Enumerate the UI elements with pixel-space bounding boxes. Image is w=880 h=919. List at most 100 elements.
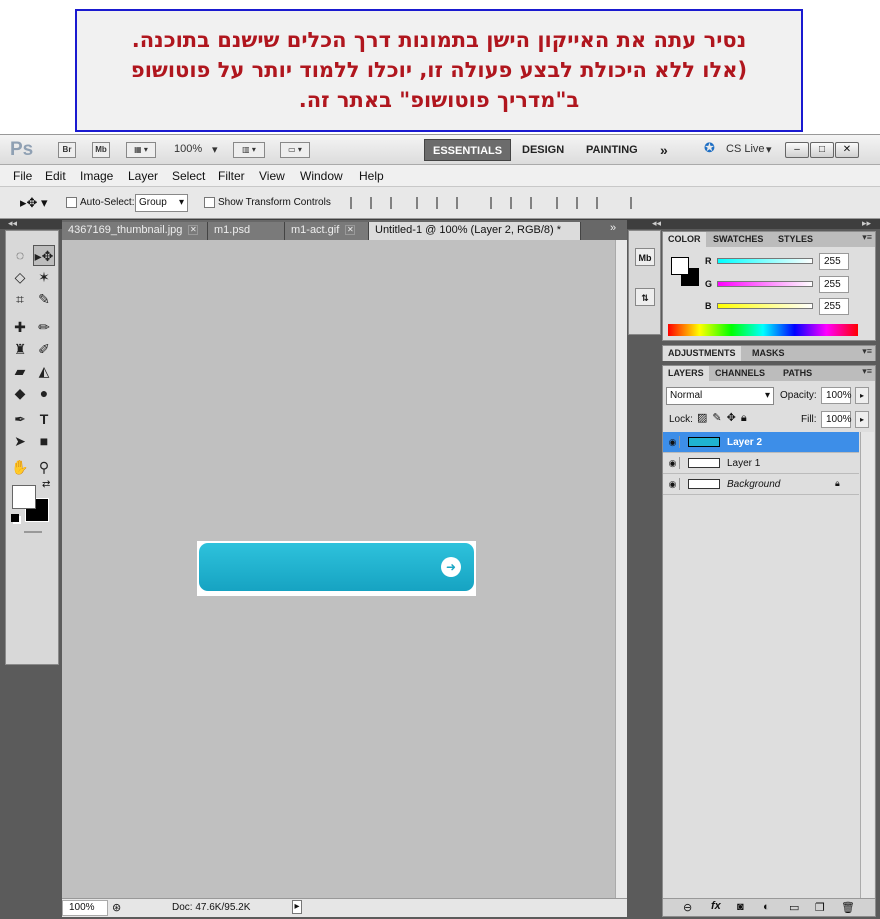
collapse-tools-icon[interactable]: ◂◂ [8, 218, 17, 229]
menu-layer[interactable]: Layer [128, 169, 158, 183]
bridge-button[interactable]: Br [58, 142, 76, 158]
magic-wand-tool-icon[interactable]: ✶ [33, 267, 55, 288]
swap-colors-icon[interactable]: ⇄ [42, 479, 50, 490]
menu-image[interactable]: Image [80, 169, 113, 183]
healing-brush-tool-icon[interactable]: ✚ [9, 317, 31, 338]
menu-file[interactable]: File [13, 169, 32, 183]
eyedropper-tool-icon[interactable]: ✎ [33, 289, 55, 310]
layer-style-icon[interactable]: fx [711, 900, 721, 912]
minimize-button[interactable]: – [785, 142, 809, 158]
panel-menu-icon[interactable]: ▾≡ [862, 232, 872, 243]
tab-channels[interactable]: CHANNELS [710, 366, 770, 381]
g-slider[interactable] [717, 281, 813, 287]
tab-m1-act[interactable]: m1-act.gif ✕ [285, 222, 369, 240]
cs-live-dropdown-icon[interactable]: ▾ [766, 143, 772, 156]
cs-live-button[interactable]: CS Live [726, 143, 765, 155]
close-icon[interactable]: ✕ [345, 225, 356, 236]
history-brush-tool-icon[interactable]: ✐ [33, 339, 55, 360]
delete-layer-icon[interactable]: 🗑︎ [841, 901, 855, 914]
zoom-level[interactable]: 100% [174, 143, 202, 155]
link-layers-icon[interactable]: ⊖ [683, 901, 692, 914]
dodge-tool-icon[interactable]: ● [33, 383, 55, 404]
status-menu-arrow-icon[interactable]: ▸ [292, 900, 302, 914]
layer-mask-icon[interactable]: ◙ [737, 901, 744, 913]
tab-swatches[interactable]: SWATCHES [708, 232, 768, 247]
blur-tool-icon[interactable]: ◆ [9, 383, 31, 404]
lock-icons[interactable]: ▨✎✥🔒︎ [697, 411, 752, 425]
menu-edit[interactable]: Edit [45, 169, 66, 183]
align-hcenter-icon[interactable] [436, 197, 450, 209]
distribute-hcenter-icon[interactable] [576, 197, 590, 209]
workspace-painting[interactable]: PAINTING [578, 139, 646, 161]
move-tool-preset-icon[interactable]: ▸✥ ▾ [20, 195, 48, 211]
distribute-left-icon[interactable] [556, 197, 570, 209]
b-value[interactable]: 255 [819, 298, 849, 315]
blend-mode-select[interactable]: Normal ▾ [666, 387, 774, 405]
history-panel-icon[interactable]: ⇅ [635, 288, 655, 306]
crop-tool-icon[interactable]: ⌗ [9, 289, 31, 310]
rectangle-tool-icon[interactable]: ■ [33, 431, 55, 452]
auto-select-mode-select[interactable]: Group ▾ [135, 194, 188, 212]
pen-tool-icon[interactable]: ✒ [9, 409, 31, 430]
brush-tool-icon[interactable]: ✏ [33, 317, 55, 338]
auto-select-checkbox[interactable] [66, 197, 77, 208]
more-workspaces[interactable]: » [652, 139, 676, 161]
opacity-arrow-icon[interactable]: ▸ [855, 387, 869, 404]
eraser-tool-icon[interactable]: ▰ [9, 361, 31, 382]
show-transform-checkbox[interactable] [204, 197, 215, 208]
marquee-tool-icon[interactable]: ◌ [9, 245, 31, 266]
eye-icon[interactable]: ◉ [666, 457, 680, 469]
color-spectrum-bar[interactable] [668, 324, 858, 336]
distribute-top-icon[interactable] [490, 197, 504, 209]
layer-row-layer-2[interactable]: ◉ Layer 2 [663, 432, 859, 453]
foreground-color-swatch[interactable] [12, 485, 36, 509]
tab-color[interactable]: COLOR [663, 232, 706, 247]
eye-icon[interactable]: ◉ [666, 478, 680, 490]
b-slider[interactable] [717, 303, 813, 309]
align-vcenter-icon[interactable] [370, 197, 384, 209]
lasso-tool-icon[interactable]: ◇ [9, 267, 31, 288]
eye-icon[interactable]: ◉ [666, 436, 680, 448]
r-value[interactable]: 255 [819, 253, 849, 270]
fill-value[interactable]: 100% [821, 411, 852, 428]
fill-arrow-icon[interactable]: ▸ [855, 411, 869, 428]
screen-mode-button[interactable]: ▭ ▾ [280, 142, 310, 158]
new-group-icon[interactable]: ▭ [789, 901, 799, 914]
align-left-icon[interactable] [416, 197, 430, 209]
tab-layers[interactable]: LAYERS [663, 366, 709, 381]
distribute-vcenter-icon[interactable] [510, 197, 524, 209]
align-right-icon[interactable] [456, 197, 470, 209]
tab-masks[interactable]: MASKS [747, 346, 790, 361]
new-layer-icon[interactable]: ❐ [815, 901, 825, 914]
more-tabs-icon[interactable]: » [610, 222, 616, 234]
r-slider[interactable] [717, 258, 813, 264]
tab-untitled-1[interactable]: Untitled-1 @ 100% (Layer 2, RGB/8) *✕ [369, 222, 581, 253]
menu-select[interactable]: Select [172, 169, 205, 183]
menu-window[interactable]: Window [300, 169, 343, 183]
maximize-button[interactable]: □ [810, 142, 834, 158]
menu-help[interactable]: Help [359, 169, 384, 183]
collapse-dock-icon[interactable]: ◂◂ [652, 218, 661, 229]
opacity-value[interactable]: 100% [821, 387, 852, 404]
arrange-documents-button[interactable]: ▥ ▾ [233, 142, 265, 158]
quick-mask-icon[interactable] [24, 531, 42, 533]
tab-adjustments[interactable]: ADJUSTMENTS [663, 346, 741, 361]
zoom-dropdown-icon[interactable]: ▾ [212, 143, 218, 156]
move-tool-icon[interactable]: ▸✥ [33, 245, 55, 266]
tab-paths[interactable]: PATHS [778, 366, 817, 381]
view-extras-button[interactable]: ▦ ▾ [126, 142, 156, 158]
tab-styles[interactable]: STYLES [773, 232, 818, 247]
hand-tool-icon[interactable]: ✋ [9, 457, 31, 478]
workspace-design[interactable]: DESIGN [514, 139, 572, 161]
mini-bridge-panel-icon[interactable]: Mb [635, 248, 655, 266]
layer-row-layer-1[interactable]: ◉ Layer 1 [663, 453, 859, 474]
g-value[interactable]: 255 [819, 276, 849, 293]
workspace-essentials[interactable]: ESSENTIALS [424, 139, 512, 161]
zoom-tool-icon[interactable]: ⚲ [33, 457, 55, 478]
tab-thumbnail[interactable]: 4367169_thumbnail.jpg ✕ [62, 222, 208, 240]
clone-stamp-tool-icon[interactable]: ♜ [9, 339, 31, 360]
distribute-right-icon[interactable] [596, 197, 610, 209]
close-button[interactable]: ✕ [835, 142, 859, 158]
tab-m1-psd[interactable]: m1.psd✕ [208, 222, 285, 253]
cslive-icon[interactable]: ✪ [704, 140, 715, 156]
